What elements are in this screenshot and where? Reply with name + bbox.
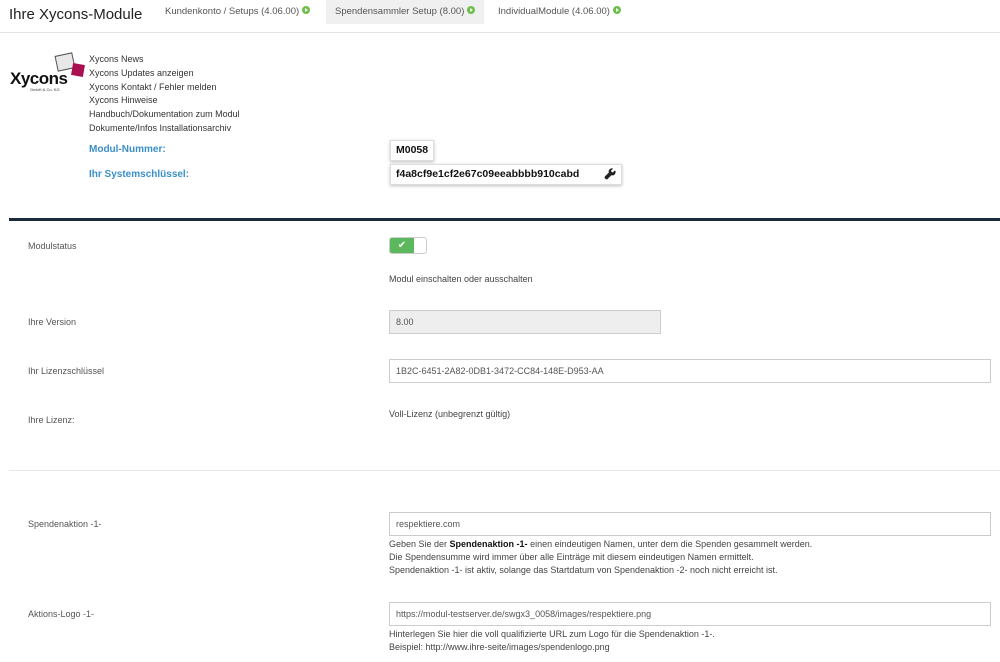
spendenaktion-input[interactable]: respektiere.com xyxy=(389,512,991,536)
spendenaktion-hint-line3: Spendenaktion -1- ist aktiv, solange das… xyxy=(389,565,778,575)
top-bar: Ihre Xycons-Module Kundenkonto / Setups … xyxy=(0,0,1000,33)
link-manual[interactable]: Handbuch/Dokumentation zum Modul xyxy=(89,108,240,122)
toggle-knob xyxy=(414,239,425,252)
system-key-value: f4a8cf9e1cf2e67c09eeabbbb910cabd xyxy=(396,168,580,180)
license-key-label: Ihr Lizenzschlüssel xyxy=(28,366,105,376)
aktions-logo-hint-line2: Beispiel: http://www.ihre-seite/images/s… xyxy=(389,642,610,652)
puzzle-piece-icon xyxy=(71,63,85,77)
logo-word: Xycons xyxy=(10,69,68,88)
aktions-logo-hint-line1: Hinterlegen Sie hier die voll qualifizie… xyxy=(389,629,715,639)
version-field: 8.00 xyxy=(389,310,661,334)
tab-spendensammler[interactable]: Spendensammler Setup (8.00) xyxy=(326,0,485,24)
link-news[interactable]: Xycons News xyxy=(89,53,240,67)
modulstatus-hint: Modul einschalten oder ausschalten xyxy=(389,274,533,284)
module-status-toggle[interactable]: ✔ xyxy=(389,237,427,254)
tab-kundenkonto[interactable]: Kundenkonto / Setups (4.06.00) xyxy=(156,0,319,24)
tab-label: IndividualModule (4.06.00) xyxy=(498,6,610,17)
hint-text: einen eindeutigen Namen, unter dem die S… xyxy=(527,539,813,549)
aktions-logo-label: Aktions-Logo -1- xyxy=(28,609,95,619)
spendenaktion-hint-line2: Die Spendensumme wird immer über alle Ei… xyxy=(389,552,754,562)
hint-text: Geben Sie der xyxy=(389,539,450,549)
xycons-logo: Xycons GmbH & Co. KG xyxy=(10,52,88,94)
system-key-box: f4a8cf9e1cf2e67c09eeabbbb910cabd xyxy=(390,164,622,185)
spendenaktion-hint: Geben Sie der Spendenaktion -1- einen ei… xyxy=(389,538,812,577)
check-icon: ✔ xyxy=(390,238,414,253)
link-documents[interactable]: Dokumente/Infos Installationsarchiv xyxy=(89,122,240,136)
license-label: Ihre Lizenz: xyxy=(28,415,75,425)
version-label: Ihre Version xyxy=(28,317,77,327)
tab-label: Spendensammler Setup (8.00) xyxy=(335,6,465,17)
spendenaktion-hint-line1: Geben Sie der Spendenaktion -1- einen ei… xyxy=(389,538,812,551)
aktions-logo-hint: Hinterlegen Sie hier die voll qualifizie… xyxy=(389,628,715,654)
logo-subtitle: GmbH & Co. KG xyxy=(30,87,60,92)
module-number-value: M0058 xyxy=(390,140,435,161)
license-value: Voll-Lizenz (unbegrenzt gültig) xyxy=(389,409,511,419)
license-key-field[interactable]: 1B2C-6451-2A82-0DB1-3472-CC84-148E-D953-… xyxy=(389,359,991,383)
spendenaktion-label: Spendenaktion -1- xyxy=(28,519,102,529)
section-divider xyxy=(9,218,1000,221)
wrench-icon[interactable] xyxy=(604,168,616,180)
info-links: Xycons News Xycons Updates anzeigen Xyco… xyxy=(89,53,240,136)
page-title: Ihre Xycons-Module xyxy=(9,6,143,23)
tab-label: Kundenkonto / Setups (4.06.00) xyxy=(165,6,300,17)
link-updates[interactable]: Xycons Updates anzeigen xyxy=(89,67,240,81)
modulstatus-label: Modulstatus xyxy=(28,241,77,251)
system-key-label: Ihr Systemschlüssel: xyxy=(89,169,190,180)
link-contact[interactable]: Xycons Kontakt / Fehler melden xyxy=(89,81,240,95)
hint-bold: Spendenaktion -1- xyxy=(449,539,528,549)
go-arrow-icon xyxy=(467,6,476,15)
go-arrow-icon xyxy=(612,6,621,15)
module-number-label: Modul-Nummer: xyxy=(89,144,166,155)
aktions-logo-input[interactable]: https://modul-testserver.de/swgx3_0058/i… xyxy=(389,602,991,626)
tab-individualmodule[interactable]: IndividualModule (4.06.00) xyxy=(489,0,630,24)
section-divider-thin xyxy=(9,470,1000,471)
link-hints[interactable]: Xycons Hinweise xyxy=(89,94,240,108)
go-arrow-icon xyxy=(302,6,311,15)
